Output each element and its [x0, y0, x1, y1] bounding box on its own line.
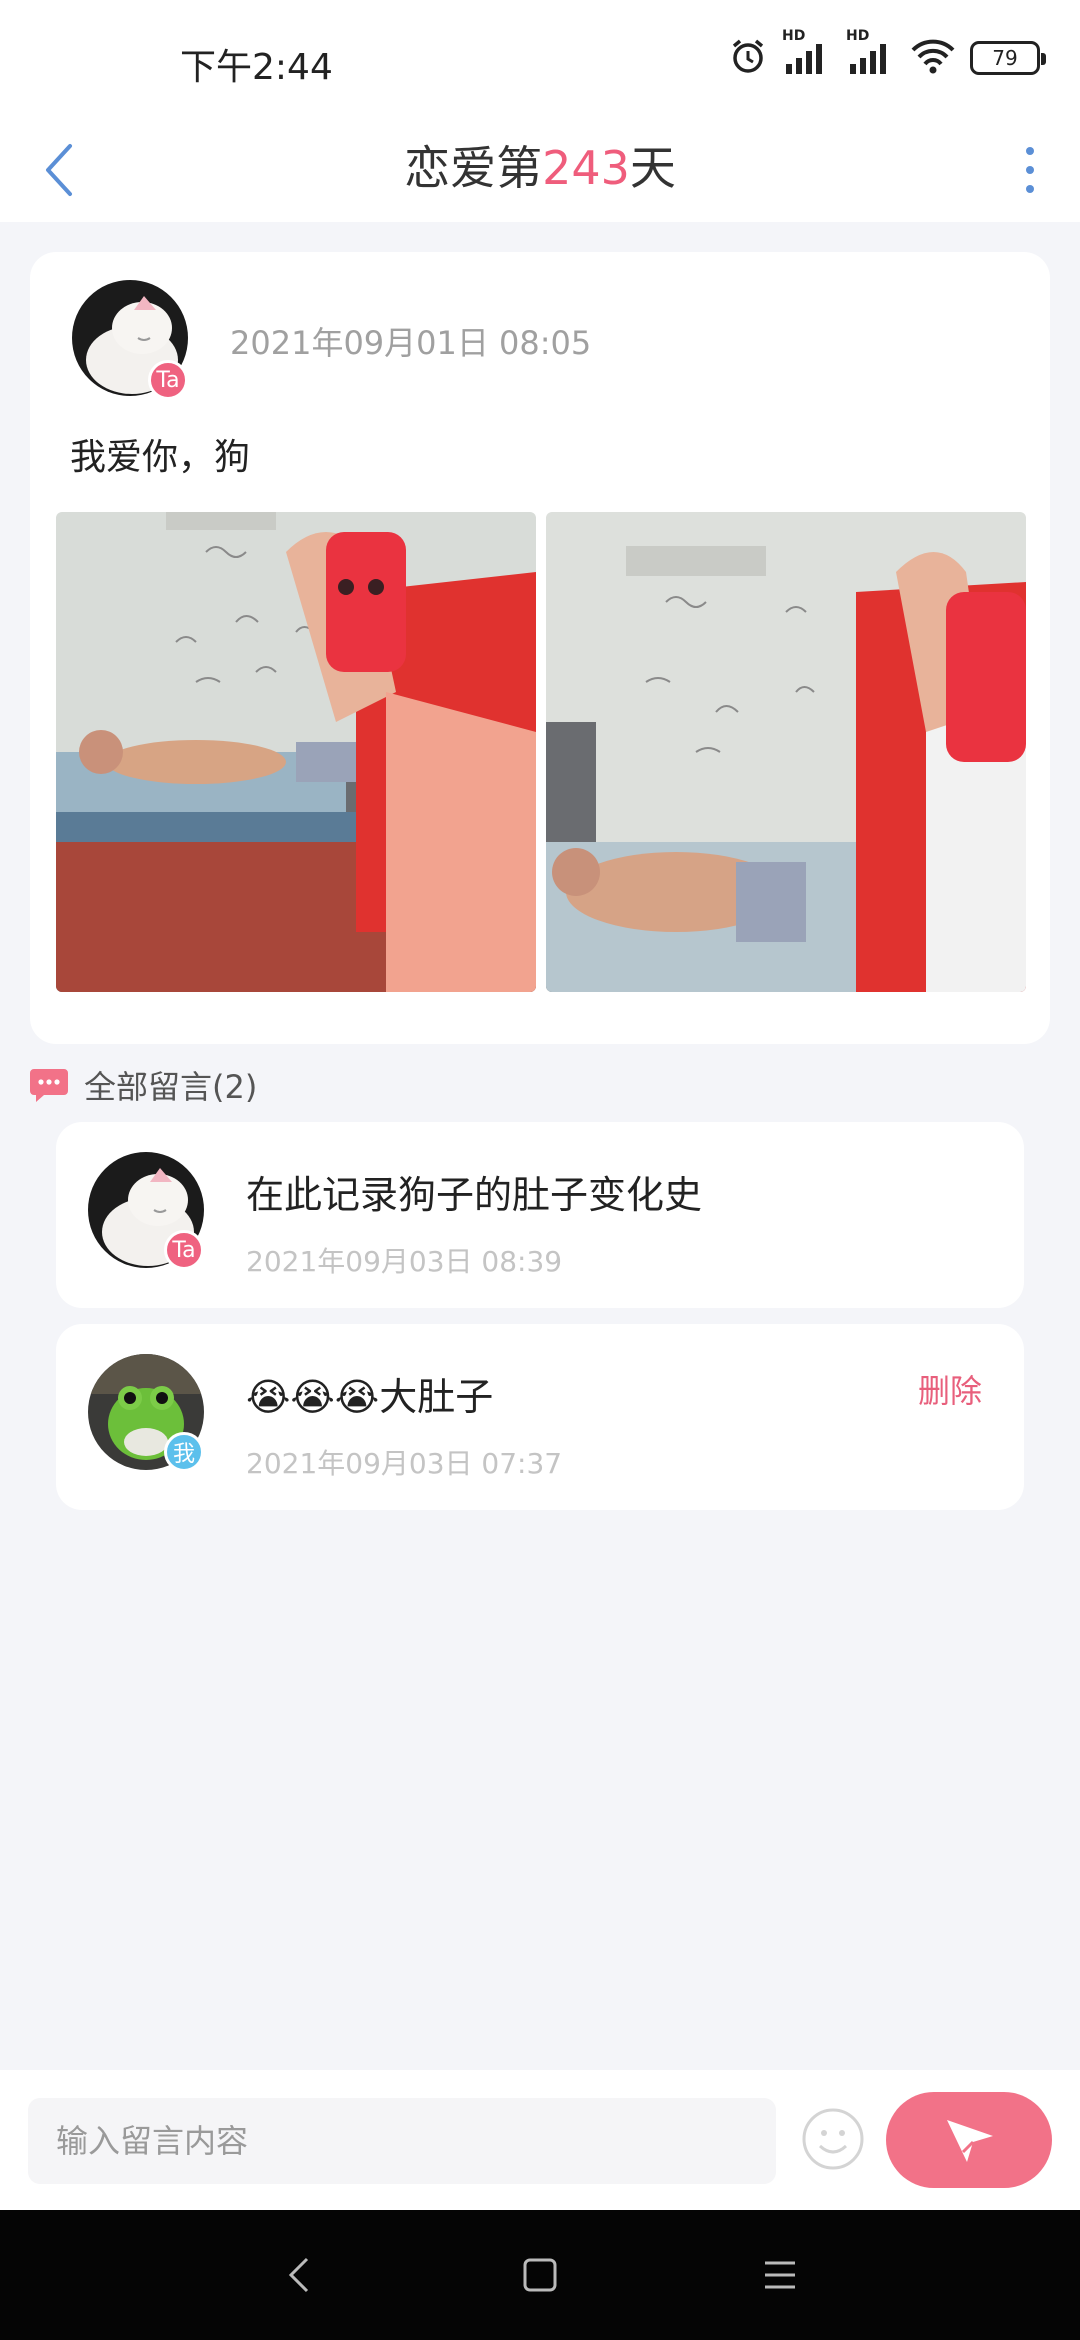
comment-text: 在此记录狗子的肚子变化史: [246, 1173, 703, 1217]
comment-text: 😭😭😭大肚子: [246, 1375, 494, 1419]
nav-menu-button[interactable]: [750, 2245, 810, 2305]
nav-home-icon: [523, 2258, 557, 2292]
nav-back-button[interactable]: [270, 2245, 330, 2305]
signal-icon-2: HD: [846, 28, 896, 80]
system-nav-bar: [0, 2210, 1080, 2340]
title-prefix: 恋爱第: [404, 141, 543, 195]
emoji-button[interactable]: [800, 2106, 866, 2172]
photo-1[interactable]: [56, 512, 536, 992]
comment-bubble-icon: [30, 1069, 68, 1102]
avatar-badge: 我: [164, 1432, 204, 1472]
signal-icon: HD: [782, 28, 832, 80]
post-text: 我爱你，狗: [70, 437, 251, 478]
comment-date: 2021年09月03日 08:39: [246, 1245, 563, 1278]
status-icons: HD HD 79: [728, 28, 1046, 80]
more-vertical-icon: [1026, 147, 1034, 155]
comment-input-bar: [0, 2070, 1080, 2210]
avatar-badge: Ta: [164, 1230, 204, 1270]
comment-input[interactable]: [28, 2098, 776, 2184]
post-date: 2021年09月01日 08:05: [230, 324, 592, 362]
nav-back-icon: [288, 2257, 309, 2293]
header: 恋爱第243天: [0, 120, 1080, 222]
status-time: 下午2:44: [180, 47, 333, 88]
status-bar: 下午2:44 HD HD 79: [0, 0, 1080, 120]
avatar-badge: Ta: [148, 360, 188, 400]
more-dot: [1026, 185, 1034, 193]
wifi-icon: [910, 36, 956, 80]
hd-label: HD: [782, 28, 806, 44]
delete-button[interactable]: 删除: [918, 1366, 982, 1412]
nav-menu-icon: [765, 2261, 795, 2289]
hd-label-2: HD: [846, 28, 870, 44]
title-suffix: 天: [629, 141, 676, 195]
send-button[interactable]: [886, 2092, 1052, 2188]
send-icon: [947, 2120, 993, 2162]
comments-title: 全部留言(2): [84, 1068, 258, 1106]
battery-icon: 79: [970, 41, 1046, 75]
day-count: 243: [542, 141, 630, 195]
comment-card: Ta 在此记录狗子的肚子变化史 2021年09月03日 08:39: [56, 1122, 1024, 1308]
photo-2[interactable]: [546, 512, 1026, 992]
more-dot: [1026, 166, 1034, 174]
more-button[interactable]: [1000, 130, 1060, 210]
comment-card: 我 😭😭😭大肚子 2021年09月03日 07:37 删除: [56, 1324, 1024, 1510]
emoji-icon: [802, 2108, 864, 2170]
page-title: 恋爱第243天: [0, 132, 1080, 198]
alarm-icon: [728, 36, 768, 80]
comment-date: 2021年09月03日 07:37: [246, 1447, 563, 1480]
nav-home-button[interactable]: [510, 2245, 570, 2305]
post-card: Ta 2021年09月01日 08:05 我爱你，狗: [30, 252, 1050, 1044]
comments-header: 全部留言(2): [28, 1062, 257, 1108]
